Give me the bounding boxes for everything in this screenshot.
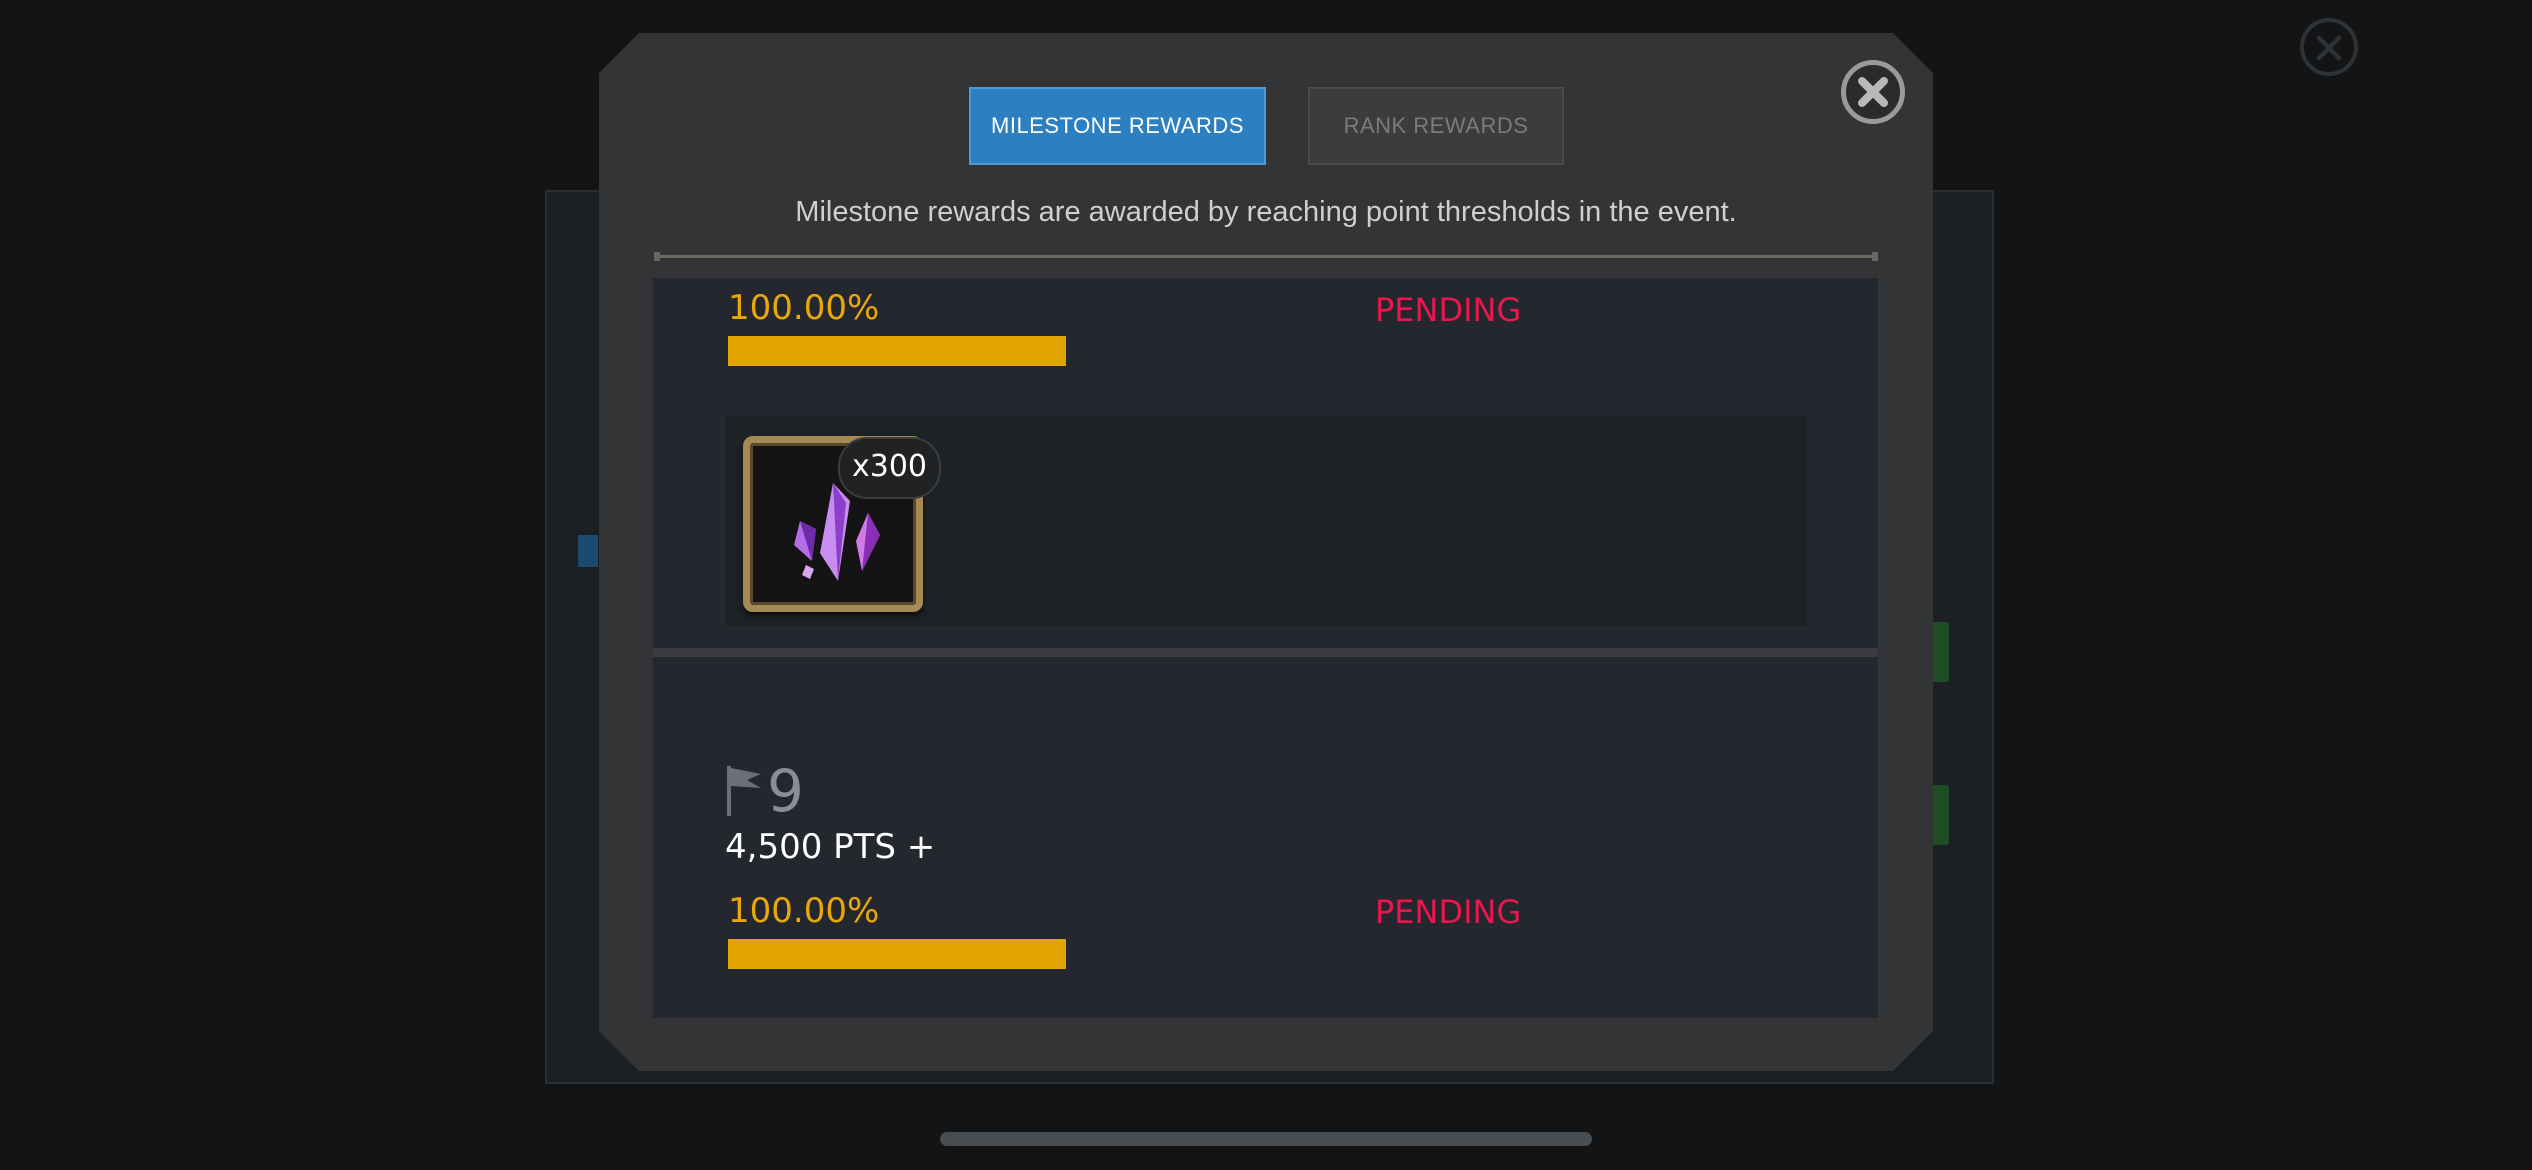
milestone-list[interactable]: 100.00% PENDING x300 9 4,500 PTS + 100.0…	[653, 278, 1878, 1018]
reward-area: x300	[725, 416, 1807, 626]
progress-bar	[728, 336, 1066, 366]
progress-percent: 100.00%	[728, 891, 880, 931]
milestone-header: 9	[725, 757, 804, 825]
milestone-number: 9	[767, 757, 804, 825]
milestone-points: 4,500 PTS +	[725, 827, 936, 867]
reward-quantity-badge: x300	[838, 437, 942, 499]
tab-milestone-rewards[interactable]: MILESTONE REWARDS	[969, 87, 1266, 165]
bg-accent	[578, 535, 598, 567]
progress-percent: 100.00%	[728, 288, 880, 328]
status-label: PENDING	[1375, 291, 1522, 329]
header-divider	[654, 252, 1878, 261]
progress-bar	[728, 939, 1066, 969]
rewards-description: Milestone rewards are awarded by reachin…	[795, 196, 1737, 228]
tab-rank-rewards[interactable]: RANK REWARDS	[1308, 87, 1564, 165]
milestone-card: 100.00% PENDING x300	[653, 278, 1878, 648]
scroll-indicator[interactable]	[940, 1132, 1592, 1146]
milestone-card: 9 4,500 PTS + 100.00% PENDING	[653, 657, 1878, 1018]
close-button[interactable]	[1841, 60, 1905, 124]
close-icon	[1858, 77, 1888, 107]
status-label: PENDING	[1375, 893, 1522, 931]
bg-close-icon: ✕	[2300, 18, 2358, 76]
flag-icon	[727, 766, 761, 816]
reward-item[interactable]: x300	[743, 436, 942, 612]
card-separator	[653, 648, 1878, 657]
